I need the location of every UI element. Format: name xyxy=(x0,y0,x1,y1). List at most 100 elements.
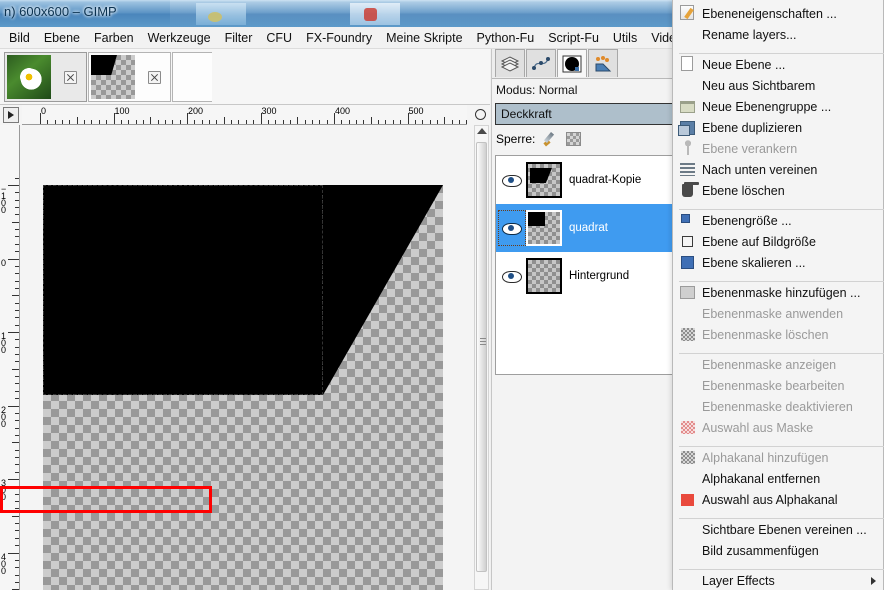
image-content[interactable] xyxy=(43,185,443,590)
menu-item-ebene-duplizieren[interactable]: Ebene duplizieren xyxy=(673,117,884,138)
ruler-tick xyxy=(238,120,239,124)
menu-item-ebenengröße[interactable]: Ebenengröße ... xyxy=(673,210,884,231)
ruler-tick xyxy=(15,560,19,561)
menu-item-rename-layers[interactable]: Rename layers... xyxy=(673,24,884,45)
menu-item-neue-ebene[interactable]: Neue Ebene ... xyxy=(673,54,884,75)
layer-row-quadrat[interactable]: quadrat xyxy=(496,204,677,252)
layer-thumbnail xyxy=(526,162,562,198)
tab-layers[interactable] xyxy=(495,49,525,77)
eye-icon[interactable] xyxy=(500,268,522,284)
taskbar-preview-flower[interactable] xyxy=(196,3,246,25)
ruler-tick xyxy=(15,450,19,451)
menu-farben[interactable]: Farben xyxy=(87,29,141,47)
menu-meine-skripte[interactable]: Meine Skripte xyxy=(379,29,469,47)
layer-row-quadrat-kopie[interactable]: quadrat-Kopie xyxy=(496,156,677,204)
ruler-tick xyxy=(459,120,460,124)
zoom-image-icon[interactable] xyxy=(472,107,488,123)
ruler-label: 400 xyxy=(335,106,350,116)
ruler-tick xyxy=(62,120,63,124)
ruler-tick xyxy=(15,391,19,392)
lock-pixels-icon[interactable] xyxy=(542,131,559,146)
menu-script-fu[interactable]: Script-Fu xyxy=(541,29,606,47)
layer-list[interactable]: quadrat-Kopie quadrat Hintergrund xyxy=(495,155,678,375)
menu-utils[interactable]: Utils xyxy=(606,29,644,47)
menu-item-nach-unten-vereinen[interactable]: Nach unten vereinen xyxy=(673,159,884,180)
ruler-tick xyxy=(341,120,342,124)
layer-boundary-size-icon xyxy=(678,212,697,229)
layer-row-hintergrund[interactable]: Hintergrund xyxy=(496,252,677,300)
ruler-tick xyxy=(15,538,19,539)
ruler-tick xyxy=(165,120,166,124)
menu-item-label: Bild zusammenfügen xyxy=(702,544,819,558)
menu-item-label: Ebenengröße ... xyxy=(702,214,792,228)
menu-item-auswahl-aus-maske: Auswahl aus Maske xyxy=(673,417,884,438)
lock-alpha-icon[interactable] xyxy=(566,132,581,146)
ruler-tick xyxy=(194,120,195,124)
menu-item-alphakanal-entfernen[interactable]: Alphakanal entfernen xyxy=(673,468,884,489)
ruler-tick xyxy=(15,376,19,377)
menu-item-ebene-auf-bildgröße[interactable]: Ebene auf Bildgröße xyxy=(673,231,884,252)
horizontal-ruler[interactable]: 0100200300400500600 xyxy=(22,105,467,125)
blend-mode-row[interactable]: Modus: Normal xyxy=(496,83,577,97)
ruler-tick xyxy=(415,120,416,124)
close-icon[interactable] xyxy=(148,71,161,84)
image-tab-square[interactable] xyxy=(88,52,171,102)
menu-filter[interactable]: Filter xyxy=(218,29,260,47)
scrollbar-thumb[interactable] xyxy=(476,142,487,572)
menu-fx-foundry[interactable]: FX-Foundry xyxy=(299,29,379,47)
ruler-tick xyxy=(69,120,70,124)
image-tab-strip xyxy=(0,49,490,105)
menu-icon-placeholder xyxy=(678,470,697,487)
menu-item-label: Auswahl aus Alphakanal xyxy=(702,493,838,507)
menu-item-alphakanal-hinzufügen: Alphakanal hinzufügen xyxy=(673,447,884,468)
tab-paths[interactable] xyxy=(526,49,556,77)
menu-item-ebene-skalieren[interactable]: Ebene skalieren ... xyxy=(673,252,884,273)
layer-context-menu[interactable]: Ebeneneigenschaften ... Rename layers... N… xyxy=(672,0,884,590)
ruler-tick xyxy=(231,120,232,124)
layers-panel-body: Modus: Normal Deckkraft Sperre: quadrat-… xyxy=(492,79,681,590)
ruler-tick xyxy=(437,120,438,124)
menu-cfu[interactable]: CFU xyxy=(259,29,299,47)
scroll-up-icon[interactable] xyxy=(477,128,487,134)
ruler-tick xyxy=(15,192,19,193)
eye-icon[interactable] xyxy=(500,172,522,188)
layer-thumbnail xyxy=(526,258,562,294)
menu-item-layer-effects[interactable]: Layer Effects xyxy=(673,570,884,590)
menu-item-label: Rename layers... xyxy=(702,28,796,42)
menu-item-ebene-verankern: Ebene verankern xyxy=(673,138,884,159)
opacity-slider[interactable]: Deckkraft xyxy=(495,103,678,125)
menu-item-neue-ebenengruppe[interactable]: Neue Ebenengruppe ... xyxy=(673,96,884,117)
eye-icon[interactable] xyxy=(500,220,522,236)
menu-item-auswahl-aus-alphakanal[interactable]: Auswahl aus Alphakanal xyxy=(673,489,884,510)
menu-item-neu-aus-sichtbarem[interactable]: Neu aus Sichtbarem xyxy=(673,75,884,96)
tab-undo-history[interactable] xyxy=(588,49,618,77)
ruler-tick xyxy=(15,347,19,348)
menu-werkzeuge[interactable]: Werkzeuge xyxy=(141,29,218,47)
canvas-vertical-scrollbar[interactable] xyxy=(474,125,489,590)
menu-item-label: Neue Ebenengruppe ... xyxy=(702,100,831,114)
ruler-label: 100 xyxy=(1,333,11,354)
quick-mask-toggle-icon[interactable] xyxy=(3,107,19,123)
menu-item-sichtbare-ebenen-vereinen[interactable]: Sichtbare Ebenen vereinen ... xyxy=(673,519,884,540)
ruler-tick xyxy=(327,120,328,124)
ruler-tick xyxy=(15,457,19,458)
image-tab-empty[interactable] xyxy=(172,52,212,102)
tab-channels[interactable] xyxy=(557,49,587,77)
taskbar-preview-other[interactable] xyxy=(350,3,400,25)
menu-item-ebeneneigenschaften[interactable]: Ebeneneigenschaften ... xyxy=(673,3,884,24)
titlebar-glass xyxy=(170,0,690,27)
image-tab-flower[interactable] xyxy=(4,52,87,102)
image-canvas[interactable] xyxy=(21,125,467,590)
menu-python-fu[interactable]: Python-Fu xyxy=(470,29,542,47)
menu-item-bild-zusammenfügen[interactable]: Bild zusammenfügen xyxy=(673,540,884,561)
close-icon[interactable] xyxy=(64,71,77,84)
ruler-tick xyxy=(356,120,357,124)
ruler-tick xyxy=(246,120,247,124)
menu-item-ebenenmaske-hinzufügen[interactable]: Ebenenmaske hinzufügen ... xyxy=(673,282,884,303)
ruler-label: 200 xyxy=(1,407,11,428)
menu-item-ebene-löschen[interactable]: Ebene löschen xyxy=(673,180,884,201)
vertical-ruler[interactable]: −1000100200300400500 xyxy=(0,125,20,590)
menu-bild[interactable]: Bild xyxy=(2,29,37,47)
ruler-tick xyxy=(349,120,350,124)
menu-ebene[interactable]: Ebene xyxy=(37,29,87,47)
